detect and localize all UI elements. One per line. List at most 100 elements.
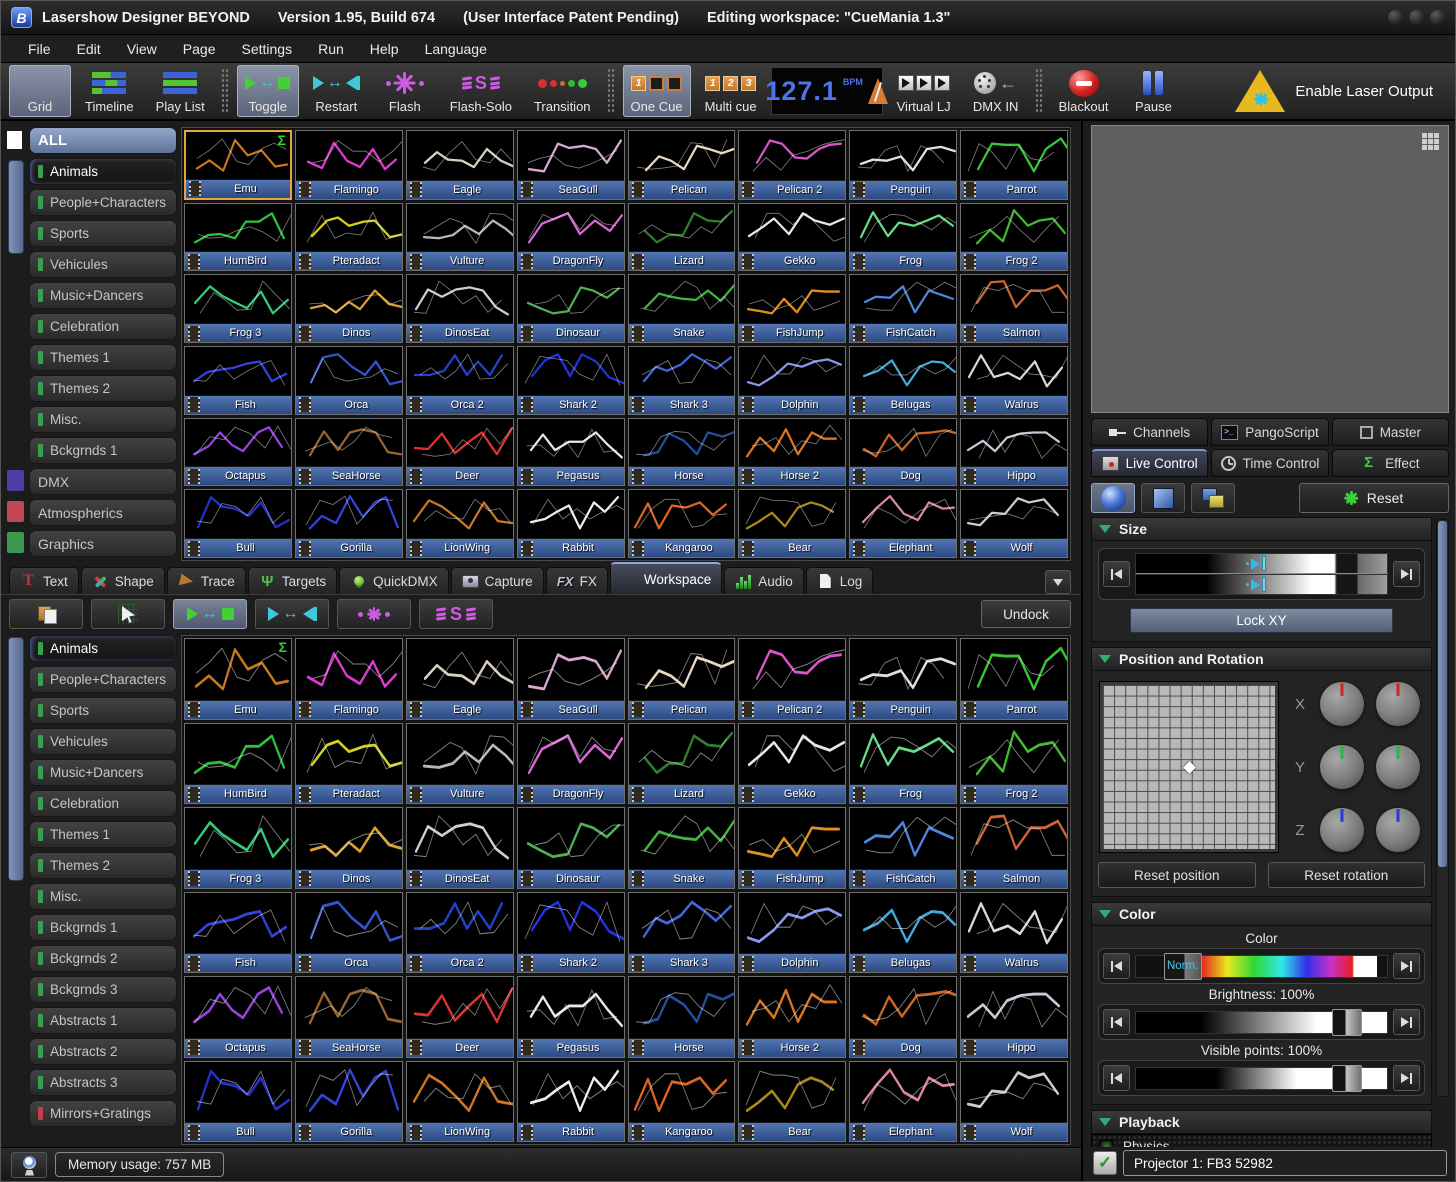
- dmx-in-button[interactable]: ← DMX IN: [965, 65, 1027, 117]
- cue-cell-hippo[interactable]: Hippo: [960, 976, 1068, 1058]
- cue-cell-belugas[interactable]: Belugas: [849, 346, 957, 415]
- brightness-track[interactable]: [1135, 1011, 1388, 1034]
- size-y-track[interactable]: [1135, 574, 1388, 595]
- cue-cell-dragonfly[interactable]: DragonFly: [517, 203, 625, 272]
- color-norm-handle[interactable]: Norm.: [1164, 953, 1202, 980]
- cue-cell-fishcatch[interactable]: FishCatch: [849, 274, 957, 343]
- flash-button[interactable]: [337, 599, 411, 629]
- flash-solo-mode-button[interactable]: S Flash-Solo: [442, 65, 520, 117]
- cue-cell-frog-2[interactable]: Frog 2: [960, 723, 1068, 805]
- cue-cell-seagull[interactable]: SeaGull: [517, 130, 625, 200]
- cue-cell-wolf[interactable]: Wolf: [960, 1061, 1068, 1143]
- cue-cell-rabbit[interactable]: Rabbit: [517, 489, 625, 558]
- position-header[interactable]: Position and Rotation: [1091, 647, 1432, 671]
- rotation-y-knob-2[interactable]: [1376, 745, 1420, 789]
- cue-cell-belugas[interactable]: Belugas: [849, 892, 957, 974]
- cue-cell-shark-2[interactable]: Shark 2: [517, 892, 625, 974]
- page-sports[interactable]: Sports: [29, 697, 177, 724]
- cue-cell-lizard[interactable]: Lizard: [628, 723, 736, 805]
- cue-cell-pelican-2[interactable]: Pelican 2: [738, 130, 846, 200]
- color-header[interactable]: Color: [1091, 902, 1432, 926]
- page-abstracts-1[interactable]: Abstracts 1: [29, 1007, 177, 1034]
- cue-cell-penguin[interactable]: Penguin: [849, 130, 957, 200]
- tab-live-control[interactable]: Live Control: [1091, 449, 1208, 477]
- bpm-display[interactable]: 127.1 BPM: [771, 67, 883, 115]
- page-misc-[interactable]: Misc.: [29, 883, 177, 910]
- cue-cell-frog[interactable]: Frog: [849, 203, 957, 272]
- cue-cell-elephant[interactable]: Elephant: [849, 1061, 957, 1143]
- color-min-button[interactable]: [1103, 953, 1130, 979]
- grid-view-button[interactable]: Grid: [9, 65, 71, 117]
- playback-header[interactable]: Playback: [1091, 1110, 1432, 1134]
- page-animals[interactable]: Animals: [29, 635, 177, 662]
- tab-trace[interactable]: Trace: [167, 567, 246, 594]
- cue-cell-salmon[interactable]: Salmon: [960, 274, 1068, 343]
- rotation-x-knob-2[interactable]: [1376, 682, 1420, 726]
- cue-cell-dog[interactable]: Dog: [849, 976, 957, 1058]
- transition-mode-button[interactable]: Transition: [526, 65, 599, 117]
- cue-cell-dolphin[interactable]: Dolphin: [738, 346, 846, 415]
- tab-overflow-dropdown[interactable]: [1045, 570, 1071, 594]
- cue-cell-dinos[interactable]: Dinos: [295, 807, 403, 889]
- cue-cell-gorilla[interactable]: Gorilla: [295, 1061, 403, 1143]
- brightness-min-button[interactable]: [1103, 1009, 1130, 1035]
- cue-cell-humbird[interactable]: HumBird: [184, 723, 292, 805]
- control-panel-scrollbar[interactable]: [1436, 519, 1449, 1097]
- page-celebration[interactable]: Celebration: [29, 790, 177, 817]
- cue-cell-eagle[interactable]: Eagle: [406, 638, 514, 720]
- flash-mode-button[interactable]: Flash: [374, 65, 436, 117]
- menu-item-file[interactable]: File: [17, 38, 62, 60]
- cue-cell-fishcatch[interactable]: FishCatch: [849, 807, 957, 889]
- cue-cell-penguin[interactable]: Penguin: [849, 638, 957, 720]
- lock-xy-button[interactable]: Lock XY: [1130, 608, 1393, 633]
- cue-cell-deer[interactable]: Deer: [406, 976, 514, 1058]
- cue-cell-emu[interactable]: ΣEmu: [184, 130, 292, 200]
- cue-cell-gorilla[interactable]: Gorilla: [295, 489, 403, 558]
- cue-cell-rabbit[interactable]: Rabbit: [517, 1061, 625, 1143]
- cue-cell-orca-2[interactable]: Orca 2: [406, 892, 514, 974]
- page-all[interactable]: ALL: [29, 127, 177, 154]
- cue-cell-lizard[interactable]: Lizard: [628, 203, 736, 272]
- page-mirrors-gratings[interactable]: Mirrors+Gratings: [29, 1100, 177, 1127]
- page-vehicules[interactable]: Vehicules: [29, 251, 177, 278]
- cue-cell-bear[interactable]: Bear: [738, 1061, 846, 1143]
- tab-pangoscript[interactable]: PangoScript: [1211, 418, 1328, 446]
- page-abstracts-3[interactable]: Abstracts 3: [29, 1069, 177, 1096]
- cue-cell-frog-3[interactable]: Frog 3: [184, 807, 292, 889]
- page-misc-[interactable]: Misc.: [29, 406, 177, 433]
- physics-item[interactable]: Physics: [1091, 1134, 1432, 1147]
- cue-cell-emu[interactable]: ΣEmu: [184, 638, 292, 720]
- cue-cell-snake[interactable]: Snake: [628, 274, 736, 343]
- size-x-track[interactable]: [1135, 553, 1388, 574]
- visible-max-button[interactable]: [1393, 1065, 1420, 1091]
- playlist-view-button[interactable]: Play List: [148, 65, 213, 117]
- visible-min-button[interactable]: [1103, 1065, 1130, 1091]
- enable-laser-output-button[interactable]: Enable Laser Output: [1221, 65, 1447, 117]
- cue-cell-dolphin[interactable]: Dolphin: [738, 892, 846, 974]
- zone-button[interactable]: [1141, 483, 1185, 513]
- page-dmx[interactable]: DMX: [29, 468, 177, 495]
- multi-cue-button[interactable]: 123 Multi cue: [697, 65, 765, 117]
- cue-cell-flamingo[interactable]: Flamingo: [295, 130, 403, 200]
- page-themes-1[interactable]: Themes 1: [29, 344, 177, 371]
- cue-cell-walrus[interactable]: Walrus: [960, 892, 1068, 974]
- cue-cell-seagull[interactable]: SeaGull: [517, 638, 625, 720]
- page-themes-1[interactable]: Themes 1: [29, 821, 177, 848]
- tab-capture[interactable]: Capture: [451, 567, 544, 594]
- menu-item-edit[interactable]: Edit: [66, 38, 112, 60]
- page-music-dancers[interactable]: Music+Dancers: [29, 282, 177, 309]
- cue-cell-salmon[interactable]: Salmon: [960, 807, 1068, 889]
- cue-cell-orca[interactable]: Orca: [295, 892, 403, 974]
- page-themes-2[interactable]: Themes 2: [29, 852, 177, 879]
- cue-cell-pegasus[interactable]: Pegasus: [517, 976, 625, 1058]
- reset-rotation-button[interactable]: Reset rotation: [1268, 862, 1426, 888]
- menu-item-language[interactable]: Language: [414, 38, 498, 60]
- rotation-y-knob[interactable]: [1320, 745, 1364, 789]
- cue-cell-humbird[interactable]: HumBird: [184, 203, 292, 272]
- page-bckgrnds-1[interactable]: Bckgrnds 1: [29, 914, 177, 941]
- cue-cell-frog-3[interactable]: Frog 3: [184, 274, 292, 343]
- cue-cell-lionwing[interactable]: LionWing: [406, 489, 514, 558]
- cue-cell-pelican-2[interactable]: Pelican 2: [738, 638, 846, 720]
- cue-cell-dinosaur[interactable]: Dinosaur: [517, 274, 625, 343]
- timeline-view-button[interactable]: Timeline: [77, 65, 142, 117]
